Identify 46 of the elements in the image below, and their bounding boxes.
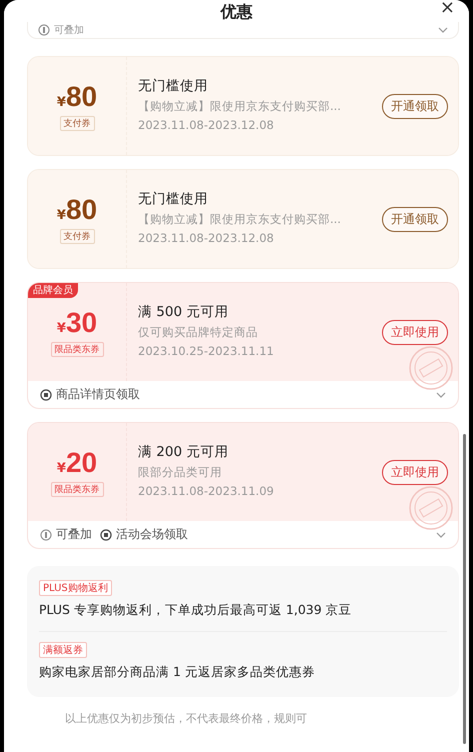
coupon-validity: 2023.11.08-2023.12.08 <box>138 231 275 245</box>
claim-button[interactable]: 立即使用 <box>382 460 448 484</box>
coupon-description: 限部分品类可用 <box>138 465 223 480</box>
coupon-title: 无门槛使用 <box>138 190 209 208</box>
coupon-title: 满 500 元可用 <box>138 303 230 321</box>
coupon-note: 商品详情页领取 <box>56 386 140 403</box>
coupon-description: 仅可购买品牌特定商品 <box>138 325 259 340</box>
coupon-type-tag: 限品类东券 <box>50 342 104 357</box>
claim-button[interactable]: 立即使用 <box>382 320 448 344</box>
coupon-validity: 2023.10.25-2023.11.11 <box>138 344 275 358</box>
coupon-note: 可叠加 <box>56 526 92 543</box>
coupon-type-tag: 支付券 <box>60 116 94 131</box>
stack-icon <box>38 24 50 36</box>
coupon-description: 【购物立减】限使用京东支付购买部... <box>138 99 342 114</box>
coupon-type-tag: 限品类东券 <box>50 482 104 497</box>
chevron-down-icon[interactable] <box>438 27 448 33</box>
chevron-down-icon[interactable] <box>436 532 446 538</box>
coupon-title: 无门槛使用 <box>138 77 209 95</box>
coupon-amount: ¥20 <box>56 447 98 479</box>
sheet-title: 优惠 <box>220 2 252 22</box>
benefit-text: PLUS 专享购物返利，下单成功后最高可返 1,039 京豆 <box>39 602 352 619</box>
coupon-note: 可叠加 <box>54 24 84 37</box>
chevron-down-icon[interactable] <box>436 392 446 398</box>
benefit-text: 购家电家居部分商品满 1 元返居家多品类优惠券 <box>39 664 315 681</box>
benefit-tag: 满额返券 <box>39 642 87 658</box>
coupon-type-tag: 支付券 <box>60 229 94 244</box>
coupon-description: 【购物立减】限使用京东支付购买部... <box>138 212 342 227</box>
coupon-note: 活动会场领取 <box>116 526 188 543</box>
coupon-amount: ¥80 <box>56 194 98 226</box>
entry-icon <box>100 528 112 540</box>
stamp-icon <box>408 345 454 391</box>
benefit-tag: PLUS购物返利 <box>39 580 112 596</box>
scrollbar[interactable] <box>463 434 466 744</box>
member-badge: 品牌会员 <box>28 283 78 298</box>
coupon-title: 满 200 元可用 <box>138 443 230 461</box>
claim-button[interactable]: 开通领取 <box>382 94 448 118</box>
entry-icon <box>40 388 52 400</box>
close-button[interactable]: × <box>440 0 455 18</box>
coupon-validity: 2023.11.08-2023.12.08 <box>138 118 275 132</box>
stack-icon <box>40 528 52 540</box>
coupon-validity: 2023.11.08-2023.11.09 <box>138 484 275 498</box>
claim-button[interactable]: 开通领取 <box>382 206 448 232</box>
stamp-icon <box>408 485 454 531</box>
disclaimer-text: 以上优惠仅为初步预估，不代表最终价格，规则可 <box>65 711 308 726</box>
coupon-amount: ¥30 <box>56 307 98 339</box>
coupon-amount: ¥80 <box>56 81 98 113</box>
